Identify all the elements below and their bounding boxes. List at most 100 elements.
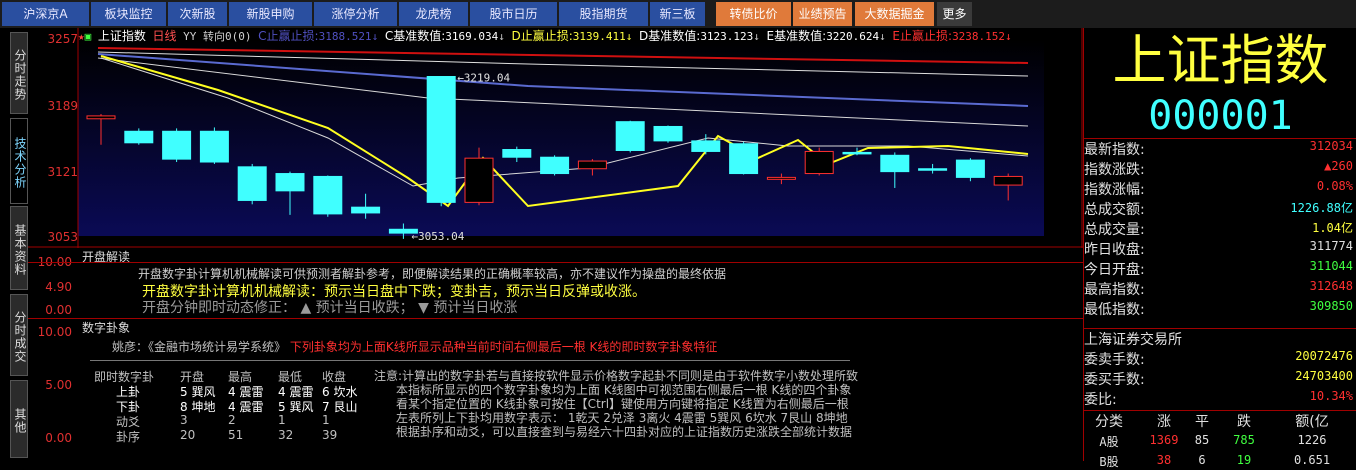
stat-value: 309850 bbox=[1309, 299, 1353, 313]
legend-c-value: 3188.521 bbox=[318, 30, 372, 43]
stat-label: 委卖手数: bbox=[1084, 352, 1145, 368]
stat-value: 1226.88亿 bbox=[1290, 201, 1353, 215]
divider bbox=[90, 360, 850, 361]
tab-10[interactable]: 转债比价 bbox=[716, 2, 792, 26]
legend-extra: YY 转向0(0) bbox=[183, 30, 252, 43]
breadth-cell: 38 bbox=[1156, 453, 1172, 467]
breadth-table: 分类 涨 平 跌 额(亿 A股 1369 85 785 1226 B股 38 6 19 0.651 bbox=[1084, 411, 1356, 469]
stat-row: 指数涨幅: 0.08% bbox=[1084, 179, 1356, 199]
stat-value: 20072476 bbox=[1295, 349, 1353, 363]
gua-cell: 1 bbox=[322, 413, 330, 427]
stat-row: 委买手数: 24703400 bbox=[1084, 369, 1356, 389]
tab-13[interactable]: 更多 bbox=[937, 2, 973, 26]
gua-cell: 2 bbox=[228, 413, 236, 427]
candle-body bbox=[577, 160, 607, 170]
candle-body bbox=[653, 125, 683, 142]
candle-body bbox=[766, 176, 796, 180]
side-tab-3[interactable]: 基本资料 bbox=[10, 206, 28, 290]
breadth-header: 平 bbox=[1195, 414, 1209, 430]
price-annotation-high: ←3219.04 bbox=[457, 72, 510, 85]
candle-body bbox=[426, 76, 456, 203]
legend-e-label: E止赢止损: bbox=[892, 29, 953, 43]
stat-row: 最高指数: 312648 bbox=[1084, 279, 1356, 299]
legend-eb-label: E基准数值: bbox=[766, 29, 827, 43]
stat-row: 最低指数: 309850 bbox=[1084, 299, 1356, 319]
breadth-cell: 1369 bbox=[1149, 433, 1179, 447]
index-name: 上证指数 bbox=[1112, 29, 1329, 92]
legend-d-value: 3139.411 bbox=[572, 30, 626, 43]
indicator-legend: ★▣ 上证指数 日线 YY 转向0(0) C止赢止损:3188.521↓ C基准… bbox=[78, 29, 1012, 43]
candle-body bbox=[502, 149, 532, 158]
breadth-header: 涨 bbox=[1157, 414, 1171, 430]
stat-value: 312034 bbox=[1309, 139, 1353, 153]
gua-cell: 32 bbox=[278, 428, 294, 442]
candle-body bbox=[86, 115, 116, 120]
gua-cell: 39 bbox=[322, 428, 338, 442]
legend-eb-value: 3220.624 bbox=[826, 30, 880, 43]
tab-7[interactable]: 股市日历 bbox=[470, 2, 558, 26]
candle-body bbox=[199, 130, 229, 163]
side-tab-1[interactable]: 分时走势 bbox=[10, 32, 28, 114]
candle-body bbox=[351, 206, 381, 214]
legend-period: 日线 bbox=[152, 29, 177, 43]
star-icon: ★ bbox=[78, 30, 85, 43]
candle-body bbox=[464, 157, 494, 203]
breadth-cell: 0.651 bbox=[1293, 453, 1331, 467]
tab-9[interactable]: 新三板 bbox=[650, 2, 706, 26]
stat-label: 指数涨跌: bbox=[1084, 162, 1145, 178]
stat-value: 24703400 bbox=[1295, 369, 1353, 383]
stat-label: 最新指数: bbox=[1084, 142, 1145, 158]
breadth-cell: B股 bbox=[1099, 455, 1119, 469]
stat-label: 总成交量: bbox=[1084, 222, 1145, 238]
kaipan-axis-1: 4.90 bbox=[45, 280, 72, 294]
stat-value: 1.04亿 bbox=[1312, 221, 1353, 235]
legend-d-label: D止赢止损: bbox=[511, 29, 573, 43]
shuzi-source: 姚彦：《金融市场统计易学系统》 bbox=[112, 340, 287, 354]
stat-row: 总成交额: 1226.88亿 bbox=[1084, 199, 1356, 219]
candle-body bbox=[615, 121, 645, 151]
stat-label: 今日开盘: bbox=[1084, 262, 1145, 278]
top-tab-bar: 沪深京A 板块监控 次新股 新股申购 涨停分析 龙虎榜 股市日历 股指期货 新三板 转债比价 业绩预… bbox=[0, 0, 1356, 28]
candle-body bbox=[237, 166, 267, 201]
breadth-header: 分类 bbox=[1095, 414, 1123, 430]
legend-name: 上证指数 bbox=[97, 29, 146, 43]
gua-note-line: 左表所列上下卦均用数字表示： 1乾天 2兑泽 3离火 4震雷 5巽风 6坎水 7… bbox=[396, 411, 848, 425]
tab-6[interactable]: 龙虎榜 bbox=[399, 2, 469, 26]
tab-3[interactable]: 次新股 bbox=[168, 2, 228, 26]
gua-cell: 51 bbox=[228, 428, 244, 442]
tab-12[interactable]: 大数据掘金 bbox=[855, 2, 935, 26]
stat-label: 最低指数: bbox=[1084, 302, 1145, 318]
stat-value: 0.08% bbox=[1316, 179, 1353, 193]
stat-row: 委比: 10.34% bbox=[1084, 389, 1356, 409]
legend-cb-label: C基准数值: bbox=[384, 29, 446, 43]
legend-c-label: C止赢止损: bbox=[258, 29, 319, 43]
tab-5[interactable]: 涨停分析 bbox=[314, 2, 398, 26]
shuzi-source-note: 下列卦象均为上面K线所显示品种当前时间右侧最后一根 K线的即时数字卦象特征 bbox=[289, 340, 718, 354]
gua-cell: 3 bbox=[180, 413, 188, 427]
shuzi-title: 数字卦象 bbox=[82, 321, 131, 335]
kaipan-panel: 开盘解读 10.00 4.90 0.00 开盘数字卦计算机机械解读可供预测者解卦… bbox=[28, 248, 1083, 320]
tab-8[interactable]: 股指期货 bbox=[559, 2, 649, 26]
legend-e-value: 3238.152 bbox=[952, 30, 1006, 43]
candle-body bbox=[804, 150, 834, 175]
tab-11[interactable]: 业绩预告 bbox=[793, 2, 853, 26]
tab-2[interactable]: 板块监控 bbox=[91, 2, 167, 26]
breadth-cell: 785 bbox=[1233, 433, 1255, 447]
legend-db-label: D基准数值: bbox=[639, 29, 701, 43]
breadth-header: 额(亿 bbox=[1295, 414, 1329, 430]
shuzi-panel: 数字卦象 10.00 5.00 0.00 姚彦：《金融市场统计易学系统》 下列卦… bbox=[28, 318, 1083, 461]
index-code: 000001 bbox=[1148, 93, 1293, 139]
gua-note-line: 看某个指定位置的 K线卦象可按住【Ctrl】键使用方向键将指定 K线置为右侧最后… bbox=[396, 397, 849, 411]
tab-1[interactable]: 沪深京A bbox=[2, 2, 90, 26]
stat-label: 指数涨幅: bbox=[1084, 182, 1145, 198]
gua-note: 注意:计算出的数字卦若与直接按软件显示价格数字起卦不同则是由于软件数字小数处理所… bbox=[374, 369, 858, 439]
stat-value: 311044 bbox=[1309, 259, 1353, 273]
gua-cell: 20 bbox=[180, 428, 196, 442]
kaipan-axis-2: 0.00 bbox=[45, 303, 72, 317]
quote-panel: 上证指数 000001 最新指数: 312034 指数涨跌: ▲260 指数涨幅: 0.0… bbox=[1083, 28, 1356, 469]
candle-body bbox=[955, 159, 985, 178]
tab-4[interactable]: 新股申购 bbox=[229, 2, 313, 26]
kline-chart: ←3219.04 ←3053.04 bbox=[28, 28, 1083, 248]
side-tab-2[interactable]: 技术分析 bbox=[10, 118, 28, 204]
candle-body bbox=[842, 151, 872, 155]
